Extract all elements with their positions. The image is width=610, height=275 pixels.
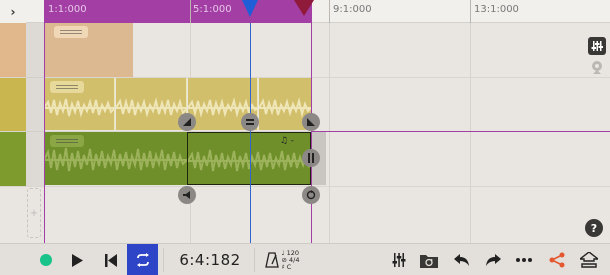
fade-out-icon xyxy=(307,118,315,126)
ruler-tick xyxy=(329,0,330,23)
export-icon xyxy=(580,252,598,268)
skip-to-start-icon xyxy=(105,253,117,267)
transport-bar: 6:4:182 ♩ 120 ⊘ 4/4 ♯ C xyxy=(0,243,610,275)
export-button[interactable] xyxy=(576,244,602,275)
ruler-tick xyxy=(470,0,471,23)
right-tools xyxy=(588,37,606,81)
help-button[interactable]: ? xyxy=(585,219,603,237)
loop-end-line xyxy=(311,23,312,243)
ruler-label-5: 5:1:000 xyxy=(193,4,232,15)
separator xyxy=(163,248,164,272)
redo-button[interactable] xyxy=(482,244,504,275)
key: C xyxy=(286,262,292,271)
fade-out-handle[interactable] xyxy=(302,113,320,131)
daw-editor: 1:1:000 5:1:000 9:1:000 13:1:000 › ♫ - +… xyxy=(0,0,610,275)
waveform xyxy=(44,147,187,172)
record-button[interactable] xyxy=(34,244,58,275)
speaker-settings-icon xyxy=(592,61,602,74)
waveform xyxy=(116,97,186,118)
clip-label-tag xyxy=(54,26,88,38)
undo-icon xyxy=(454,254,469,266)
mixer-button[interactable] xyxy=(388,244,410,275)
clip-track-2b[interactable] xyxy=(116,78,187,130)
bar-gridline xyxy=(470,23,471,243)
loop-icon xyxy=(306,190,316,200)
resize-handle-icon xyxy=(308,153,314,163)
track-header-gutter xyxy=(26,23,44,186)
clip-track-3a[interactable] xyxy=(44,132,187,185)
fade-in-handle[interactable] xyxy=(178,113,196,131)
time-display: 6:4:182 xyxy=(179,251,241,269)
track-header-2[interactable] xyxy=(0,78,26,131)
more-options-button[interactable] xyxy=(513,244,535,275)
loop-end-marker[interactable] xyxy=(294,0,314,16)
more-icon xyxy=(516,258,532,262)
mixer-icon xyxy=(392,253,406,267)
track-header-1[interactable] xyxy=(0,23,26,77)
loop-browser-button[interactable] xyxy=(417,244,441,275)
loop-toggle-button[interactable] xyxy=(127,244,158,275)
add-track-slot[interactable]: + xyxy=(27,188,41,238)
chevron-right-icon: › xyxy=(10,4,16,19)
redo-icon xyxy=(486,254,501,266)
folder-loop-icon xyxy=(420,254,438,268)
playhead[interactable] xyxy=(250,23,251,243)
speaker-icon xyxy=(183,191,190,199)
play-button[interactable] xyxy=(64,244,90,275)
metronome-icon xyxy=(264,252,279,268)
ruler-label-13: 13:1:000 xyxy=(474,4,519,15)
share-button[interactable] xyxy=(546,244,568,275)
clip-loop-handle[interactable] xyxy=(302,186,320,204)
clip-pitch-badge: ♫ - xyxy=(279,136,294,146)
audio-settings-button[interactable] xyxy=(588,59,606,77)
loop-icon xyxy=(136,253,149,267)
record-icon xyxy=(40,254,52,266)
playhead-marker[interactable] xyxy=(242,0,258,17)
share-icon xyxy=(549,252,565,268)
track-settings-button[interactable] xyxy=(588,37,606,55)
play-icon xyxy=(72,253,83,267)
ruler-label-9: 9:1:000 xyxy=(333,4,372,15)
fade-in-icon xyxy=(183,118,191,126)
ruler-tick xyxy=(190,0,191,23)
ruler-label-1: 1:1:000 xyxy=(48,4,87,15)
waveform xyxy=(44,98,114,118)
loop-start-line xyxy=(44,23,45,243)
timeline-ruler[interactable]: 1:1:000 5:1:000 9:1:000 13:1:000 › xyxy=(0,0,610,23)
separator xyxy=(254,248,255,272)
track-header-3[interactable] xyxy=(0,132,26,186)
loop-boundary-horizontal xyxy=(311,131,610,132)
help-label: ? xyxy=(590,221,598,235)
tracks-area[interactable]: ♫ - + xyxy=(0,23,610,243)
position-display[interactable]: 6:4:182 xyxy=(170,244,250,275)
equals-icon xyxy=(246,119,254,125)
clip-track-2a[interactable] xyxy=(44,78,115,130)
bar-gridline xyxy=(329,23,330,243)
sliders-icon xyxy=(591,41,603,51)
tempo-info: ♩ 120 ⊘ 4/4 ♯ C xyxy=(281,248,300,271)
tempo-button[interactable]: ♩ 120 ⊘ 4/4 ♯ C xyxy=(260,244,304,275)
clip-resize-handle[interactable] xyxy=(302,149,320,167)
skip-to-start-button[interactable] xyxy=(98,244,124,275)
collapse-panel-button[interactable]: › xyxy=(0,0,26,23)
clip-track-1[interactable] xyxy=(44,23,133,77)
clip-track-3b-selected[interactable]: ♫ - xyxy=(187,132,311,185)
undo-button[interactable] xyxy=(451,244,473,275)
clip-volume-handle[interactable] xyxy=(178,186,196,204)
split-handle[interactable] xyxy=(241,113,259,131)
